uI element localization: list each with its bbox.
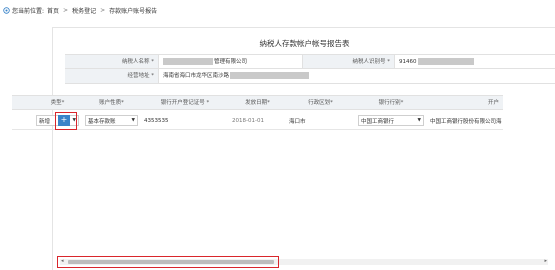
taxpayer-name-value: 管理有限公司	[214, 59, 248, 65]
type-value: 新增	[39, 118, 51, 125]
add-row-button[interactable]: +	[58, 115, 70, 126]
bank-category-value: 中国工商银行	[361, 118, 395, 125]
issue-date-value: 2018-01-01	[232, 117, 264, 124]
taxpayer-name-label: 纳税人名称 *	[65, 55, 159, 68]
account-nature-select[interactable]: 基本存款账 ▼	[85, 115, 138, 126]
grid-header-type: 类型*	[50, 100, 65, 106]
breadcrumb: 您当前位置: 首页 > 税务登记 > 存款账户账号报告	[3, 5, 157, 15]
grid-header-bank-category: 银行行别*	[378, 100, 404, 106]
grid-header-action	[12, 96, 33, 109]
taxpayer-info-table: 纳税人名称 * 管理有限公司 纳税人识别号 * 91460 经营地址 * 海南省…	[65, 54, 555, 84]
bank-name-cell[interactable]: 中国工商银行股份有限公司海	[427, 112, 503, 130]
scrollbar-highlight	[57, 256, 279, 268]
chevron-down-icon: ▼	[131, 118, 135, 123]
add-row-highlight: +	[55, 112, 77, 130]
scroll-right-icon[interactable]: ▸	[544, 258, 547, 264]
issue-date-cell[interactable]: 2018-01-01	[229, 112, 286, 130]
location-pin-icon	[3, 6, 10, 14]
grid-header-license-no: 银行开户登记证号 *	[160, 100, 210, 106]
table-row: 新增 ▼ 基本存款账 ▼ 4353535 2018-01-01 海口市 中国工商…	[12, 112, 503, 130]
grid-header-bank-name: 开户	[487, 100, 499, 106]
redacted-mask	[163, 58, 213, 65]
account-nature-cell: 基本存款账 ▼	[82, 112, 141, 130]
region-cell[interactable]: 海口市	[286, 112, 355, 130]
taxpayer-id-field[interactable]: 91460	[395, 55, 555, 68]
redacted-mask	[417, 58, 474, 65]
breadcrumb-separator: >	[63, 6, 69, 14]
bank-category-cell: 中国工商银行 ▼	[355, 112, 427, 130]
license-no-cell[interactable]: 4353535	[141, 112, 229, 130]
account-nature-value: 基本存款账	[88, 118, 116, 125]
bank-name-value: 中国工商银行股份有限公司海	[430, 118, 502, 125]
breadcrumb-item-home[interactable]: 首页	[47, 6, 59, 15]
grid-header-account-nature: 账户性质*	[99, 100, 124, 106]
breadcrumb-location-label: 您当前位置:	[12, 7, 45, 15]
breadcrumb-item-tax-registration[interactable]: 税务登记	[72, 6, 96, 15]
address-field[interactable]: 海南省海口市龙华区南沙路	[159, 69, 555, 83]
info-row-name: 纳税人名称 * 管理有限公司 纳税人识别号 * 91460	[65, 54, 555, 69]
redacted-mask	[230, 72, 310, 79]
taxpayer-id-value: 91460	[399, 59, 417, 65]
breadcrumb-item-current: 存款账户账号报告	[109, 7, 158, 15]
breadcrumb-separator: >	[100, 6, 106, 14]
form-title: 纳税人存款帐户帐号报告表	[259, 39, 350, 48]
chevron-down-icon: ▼	[417, 118, 421, 123]
license-no-value: 4353535	[144, 117, 169, 124]
taxpayer-name-field[interactable]: 管理有限公司	[159, 55, 303, 68]
form-panel: 纳税人存款帐户帐号报告表 纳税人名称 * 管理有限公司 纳税人识别号 * 914…	[52, 27, 555, 270]
row-action-cell	[12, 112, 33, 130]
grid-header-region: 行政区划*	[308, 100, 333, 106]
bank-category-select[interactable]: 中国工商银行 ▼	[358, 115, 424, 126]
region-value: 海口市	[289, 118, 306, 125]
taxpayer-id-label: 纳税人识别号 *	[303, 55, 395, 68]
grid-header-issue-date: 发放日期*	[245, 100, 270, 106]
info-row-address: 经营地址 * 海南省海口市龙华区南沙路	[65, 69, 555, 84]
grid-header: 类型* 账户性质* 银行开户登记证号 * 发放日期* 行政区划* 银行行别* 开…	[12, 95, 503, 110]
address-label: 经营地址 *	[65, 69, 159, 83]
address-value: 海南省海口市龙华区南沙路	[163, 73, 230, 79]
